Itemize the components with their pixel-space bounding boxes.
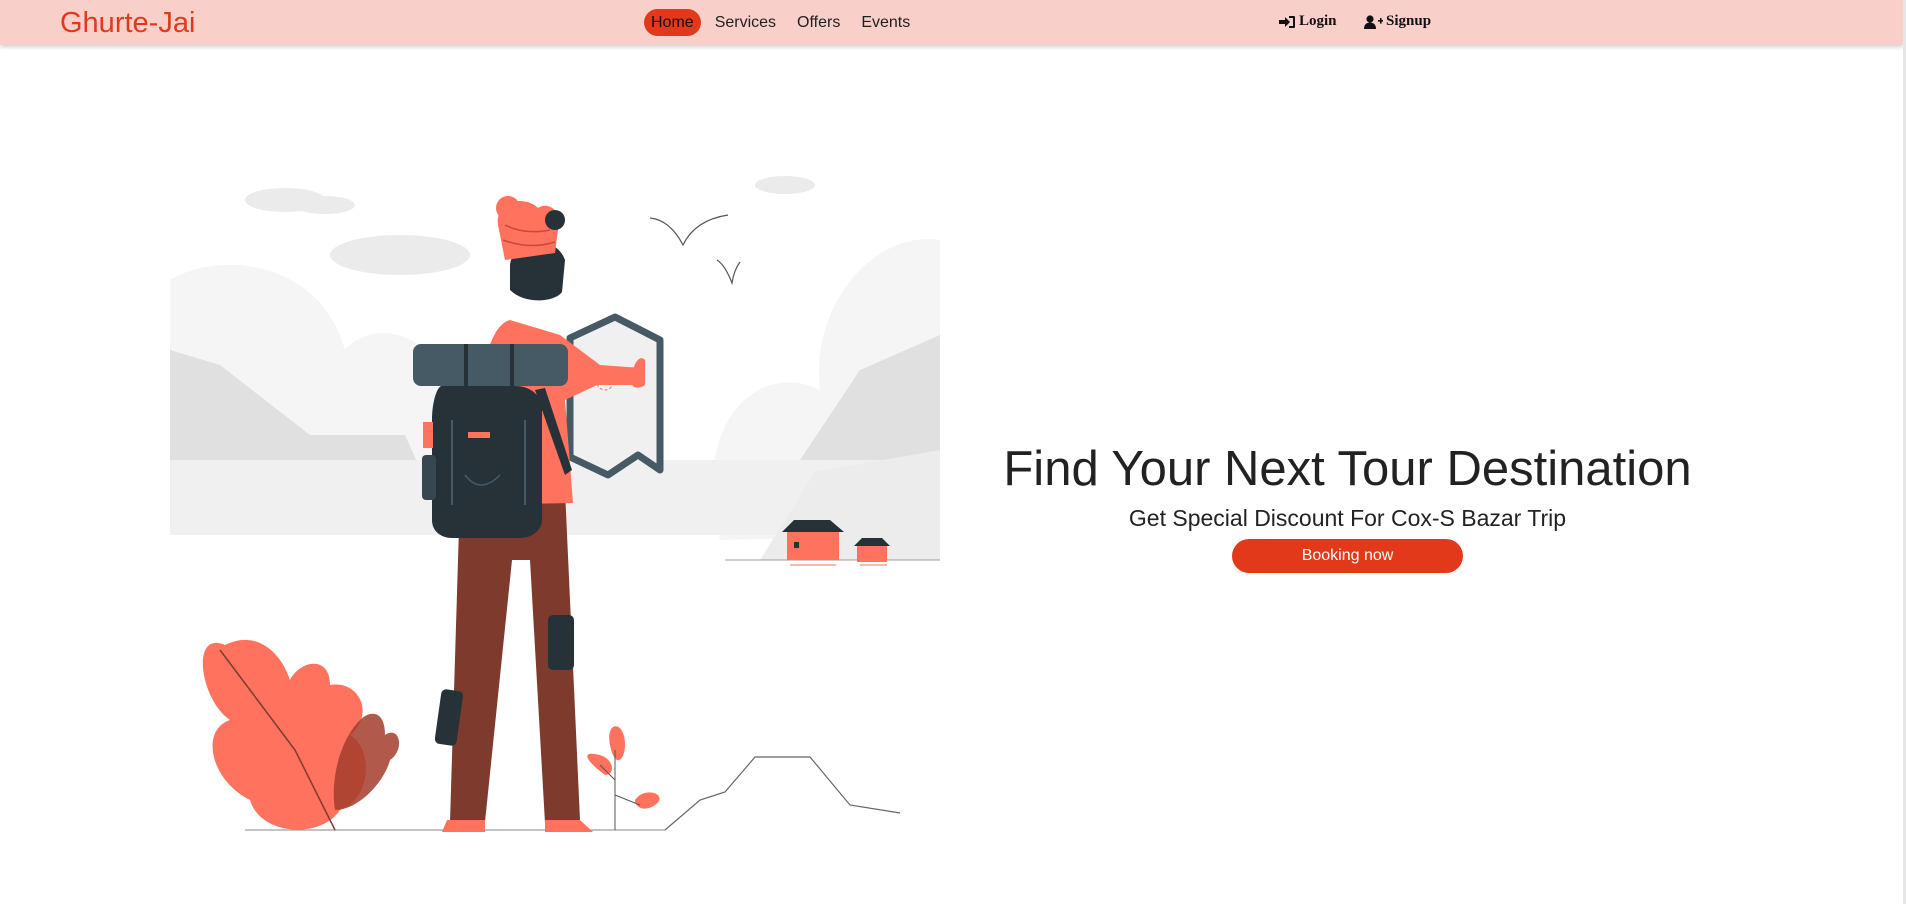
sign-in-icon xyxy=(1279,15,1295,28)
bird-graphic xyxy=(649,214,729,247)
hero-title: Find Your Next Tour Destination xyxy=(1003,442,1692,496)
hero-section: Find Your Next Tour Destination Get Spec… xyxy=(960,440,1735,573)
map-graphic xyxy=(566,313,664,479)
nav-item-home[interactable]: Home xyxy=(644,9,701,36)
nav-item-offers[interactable]: Offers xyxy=(790,9,847,36)
navbar: Ghurte-Jai Home Services Offers Events L… xyxy=(0,0,1903,45)
nav-item-services[interactable]: Services xyxy=(708,9,783,36)
nav-item-events[interactable]: Events xyxy=(854,9,917,36)
traveler-with-map-illustration xyxy=(170,176,940,832)
plant-graphic xyxy=(202,639,660,831)
signup-label: Signup xyxy=(1386,13,1432,29)
login-label: Login xyxy=(1299,13,1337,29)
booking-now-button[interactable]: Booking now xyxy=(1232,539,1463,573)
signup-link[interactable]: Signup xyxy=(1364,13,1431,30)
hero-subtitle: Get Special Discount For Cox-S Bazar Tri… xyxy=(1128,505,1567,531)
bird-graphic xyxy=(716,259,741,286)
brand-logo[interactable]: Ghurte-Jai xyxy=(60,7,195,40)
nav-links: Home Services Offers Events xyxy=(644,9,924,36)
user-plus-icon xyxy=(1364,14,1383,29)
login-link[interactable]: Login xyxy=(1278,13,1337,30)
